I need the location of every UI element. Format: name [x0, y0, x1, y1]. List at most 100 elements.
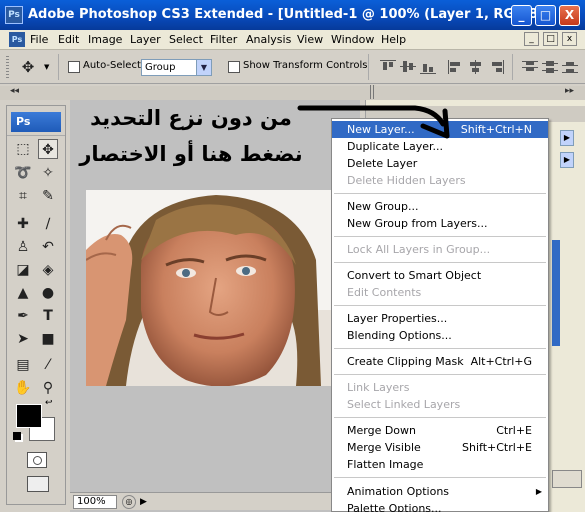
photoshop-app-icon[interactable]: Ps: [5, 6, 23, 24]
auto-select-value: Group: [145, 62, 176, 73]
menu-view[interactable]: View: [297, 33, 323, 46]
collapse-right-icon[interactable]: ▸▸: [565, 86, 574, 96]
quick-mask-icon[interactable]: [27, 452, 47, 468]
magic-wand-icon[interactable]: ✧: [38, 163, 58, 183]
hand-tool-icon[interactable]: ✋: [13, 378, 33, 398]
close-button[interactable]: X: [559, 5, 580, 26]
divider: [512, 54, 513, 80]
marquee-tool-icon[interactable]: ⬚: [13, 139, 33, 159]
auto-select-label: Auto-Select:: [83, 60, 145, 71]
eyedropper-icon[interactable]: ⁄: [38, 355, 58, 375]
menu-item-animation-options[interactable]: Animation Options ▶: [332, 483, 548, 500]
distribute-top-icon[interactable]: [522, 60, 538, 74]
zoom-tool-icon[interactable]: ⚲: [38, 378, 58, 398]
align-left-icon[interactable]: [448, 60, 464, 74]
swap-colors-icon[interactable]: ↩: [45, 398, 53, 408]
menu-item-flatten-image[interactable]: Flatten Image: [332, 456, 548, 473]
menu-item-new-group[interactable]: New Group...: [332, 198, 548, 215]
align-hcenter-icon[interactable]: [468, 60, 484, 74]
align-bottom-icon[interactable]: [420, 60, 436, 74]
maximize-button[interactable]: □: [535, 5, 556, 26]
distribute-bottom-icon[interactable]: [562, 60, 578, 74]
dodge-tool-icon[interactable]: ●: [38, 283, 58, 303]
history-brush-icon[interactable]: ↶: [38, 237, 58, 257]
foreground-color-swatch[interactable]: [16, 404, 42, 428]
blur-tool-icon[interactable]: ▲: [13, 283, 33, 303]
lasso-tool-icon[interactable]: ➰: [13, 163, 33, 183]
default-colors-icon[interactable]: [13, 432, 21, 440]
auto-select-checkbox[interactable]: [68, 61, 80, 73]
menu-item-palette-options[interactable]: Palette Options...: [332, 500, 548, 512]
type-tool-icon[interactable]: T: [38, 306, 58, 326]
menu-separator: [334, 374, 546, 375]
menu-help[interactable]: Help: [381, 33, 406, 46]
menu-item-merge-down[interactable]: Merge Down Ctrl+E: [332, 422, 548, 439]
opacity-arrow-icon[interactable]: ▶: [560, 152, 574, 168]
paint-bucket-icon[interactable]: ◈: [38, 260, 58, 280]
show-transform-checkbox[interactable]: [228, 61, 240, 73]
menu-item-lock-all-layers: Lock All Layers in Group...: [347, 243, 491, 256]
auto-select-dropdown[interactable]: Group ▼: [141, 59, 212, 76]
screen-mode-icon[interactable]: [27, 476, 49, 492]
brush-tool-icon[interactable]: ∕: [38, 214, 58, 234]
distribute-vcenter-icon[interactable]: [542, 60, 558, 74]
menu-image[interactable]: Image: [88, 33, 122, 46]
menu-item-convert-smart-object[interactable]: Convert to Smart Object: [332, 267, 548, 284]
layer-selection-highlight: [552, 240, 560, 346]
options-grip[interactable]: [6, 56, 9, 78]
slice-tool-icon[interactable]: ✎: [38, 186, 58, 206]
toolbox-panel: Ps ⬚ ✥ ➰ ✧ ⌗ ✎ ✚ ∕ ♙ ↶ ◪ ◈ ▲ ● ✒ T ➤ ■ ▤…: [6, 105, 66, 505]
divider: [58, 54, 59, 80]
collapse-left-icon[interactable]: ◂◂: [10, 86, 19, 96]
move-tool-preset-icon[interactable]: ✥: [18, 57, 38, 77]
crop-tool-icon[interactable]: ⌗: [13, 186, 33, 206]
menu-bar: Ps File Edit Image Layer Select Filter A…: [0, 30, 585, 50]
blend-mode-arrow-icon[interactable]: ▶: [560, 130, 574, 146]
chevron-down-icon[interactable]: ▼: [44, 63, 49, 71]
panel-dock-strip: ◂◂ ▸▸: [0, 85, 585, 100]
menu-filter[interactable]: Filter: [210, 33, 237, 46]
menu-analysis[interactable]: Analysis: [246, 33, 291, 46]
path-select-icon[interactable]: ➤: [13, 329, 33, 349]
doc-minimize-button[interactable]: _: [524, 32, 539, 46]
status-bar: 100% ◎ ▶: [70, 492, 340, 510]
menu-select[interactable]: Select: [169, 33, 203, 46]
menu-item-delete-layer[interactable]: Delete Layer: [332, 155, 548, 172]
clone-stamp-icon[interactable]: ♙: [13, 237, 33, 257]
layers-context-menu: New Layer... Shift+Ctrl+N Duplicate Laye…: [331, 118, 549, 512]
menu-item-create-clipping-mask[interactable]: Create Clipping Mask Alt+Ctrl+G: [332, 353, 548, 370]
menu-separator: [334, 348, 546, 349]
align-right-icon[interactable]: [488, 60, 504, 74]
menu-edit[interactable]: Edit: [58, 33, 79, 46]
zoom-level-field[interactable]: 100%: [73, 495, 117, 509]
align-vcenter-icon[interactable]: [400, 60, 416, 74]
pen-tool-icon[interactable]: ✒: [13, 306, 33, 326]
menu-separator: [334, 305, 546, 306]
minimize-button[interactable]: _: [511, 5, 532, 26]
doc-restore-button[interactable]: □: [543, 32, 558, 46]
menu-window[interactable]: Window: [331, 33, 374, 46]
notes-tool-icon[interactable]: ▤: [13, 355, 33, 375]
toolbox-logo[interactable]: Ps: [11, 112, 61, 132]
eraser-tool-icon[interactable]: ◪: [13, 260, 33, 280]
menu-item-new-group-from-layers[interactable]: New Group from Layers...: [332, 215, 548, 232]
document-canvas[interactable]: [86, 190, 336, 386]
status-menu-arrow-icon[interactable]: ▶: [140, 495, 154, 509]
document-icon[interactable]: Ps: [9, 32, 25, 47]
menu-item-layer-properties[interactable]: Layer Properties...: [332, 310, 548, 327]
menu-layer[interactable]: Layer: [130, 33, 161, 46]
move-tool-icon[interactable]: ✥: [38, 139, 58, 159]
layers-panel-button[interactable]: [552, 470, 582, 488]
healing-brush-icon[interactable]: ✚: [13, 214, 33, 234]
shape-tool-icon[interactable]: ■: [38, 329, 58, 349]
menu-file[interactable]: File: [30, 33, 48, 46]
show-transform-label: Show Transform Controls: [243, 60, 368, 71]
align-top-icon[interactable]: [380, 60, 396, 74]
menu-item-merge-visible[interactable]: Merge Visible Shift+Ctrl+E: [332, 439, 548, 456]
dropdown-arrow-icon[interactable]: ▼: [196, 60, 211, 75]
options-bar: ✥ ▼ Auto-Select: Group ▼ Show Transform …: [0, 50, 585, 84]
status-info-icon[interactable]: ◎: [122, 495, 136, 509]
title-bar: Ps Adobe Photoshop CS3 Extended - [Untit…: [0, 0, 585, 30]
doc-close-button[interactable]: x: [562, 32, 577, 46]
menu-item-blending-options[interactable]: Blending Options...: [332, 327, 548, 344]
